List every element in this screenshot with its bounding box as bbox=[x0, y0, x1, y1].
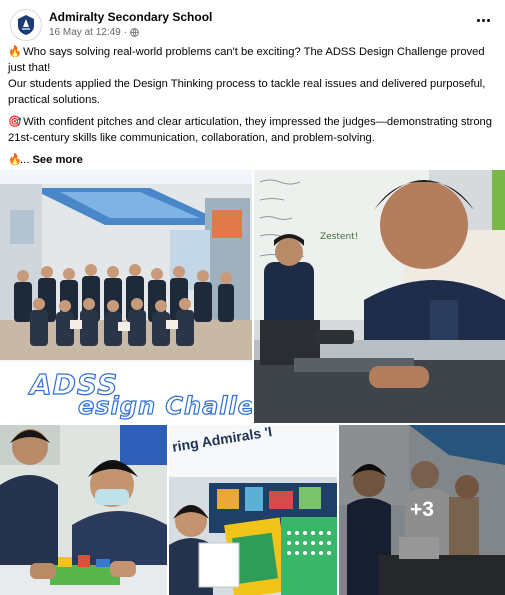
student-laptop-illustration bbox=[254, 170, 505, 423]
photo-student-laptop[interactable]: Zestent! bbox=[254, 170, 505, 423]
post-body: 🔥 Who says solving real-world problems c… bbox=[8, 44, 498, 168]
photo-group-design-challenge[interactable]: ADSS esign Challenge bbox=[0, 170, 252, 423]
avatar[interactable] bbox=[10, 9, 42, 41]
more-options-dot bbox=[481, 18, 485, 22]
students-building-illustration bbox=[0, 425, 167, 595]
more-options-dot bbox=[486, 18, 490, 22]
meta-separator: · bbox=[123, 27, 128, 38]
post-text-line: 21st-century skills like communication, … bbox=[8, 132, 375, 144]
whiteboard-text: Zestent! bbox=[320, 232, 359, 242]
post-text-line: Our students applied the Design Thinking… bbox=[8, 78, 486, 90]
photo-gallery: ADSS esign Challenge bbox=[0, 170, 505, 595]
more-photos-count[interactable]: +3 bbox=[339, 425, 505, 595]
post-text-line: practical solutions. bbox=[8, 94, 101, 106]
design-challenge-lettering: esign Challenge bbox=[77, 391, 252, 420]
photo-student-poster[interactable]: ring Admirals 'I bbox=[169, 425, 337, 595]
more-options-button[interactable] bbox=[473, 12, 493, 28]
page-name-link[interactable]: Admiralty Secondary School bbox=[49, 10, 212, 24]
post-text-line: just that! bbox=[8, 62, 51, 74]
school-crest-icon bbox=[13, 12, 39, 38]
photo-more-overlay[interactable]: +3 bbox=[339, 425, 505, 595]
post-text-line: Who says solving real-world problems can… bbox=[23, 46, 485, 58]
see-more-link[interactable]: See more bbox=[32, 154, 82, 166]
ellipsis: ... bbox=[20, 154, 30, 166]
post-header: Admiralty Secondary School 16 May at 12:… bbox=[0, 0, 505, 42]
target-emoji: 🎯 bbox=[8, 116, 22, 128]
post-text-line: With confident pitches and clear articul… bbox=[23, 116, 492, 128]
post-meta: 16 May at 12:49 · bbox=[49, 27, 139, 38]
post-timestamp[interactable]: 16 May at 12:49 bbox=[49, 27, 121, 38]
photo-students-building[interactable] bbox=[0, 425, 167, 595]
globe-icon bbox=[130, 28, 139, 37]
more-options-icon bbox=[476, 18, 480, 22]
fire-emoji: 🔥 bbox=[8, 46, 22, 58]
fire-emoji: 🔥 bbox=[8, 154, 22, 166]
